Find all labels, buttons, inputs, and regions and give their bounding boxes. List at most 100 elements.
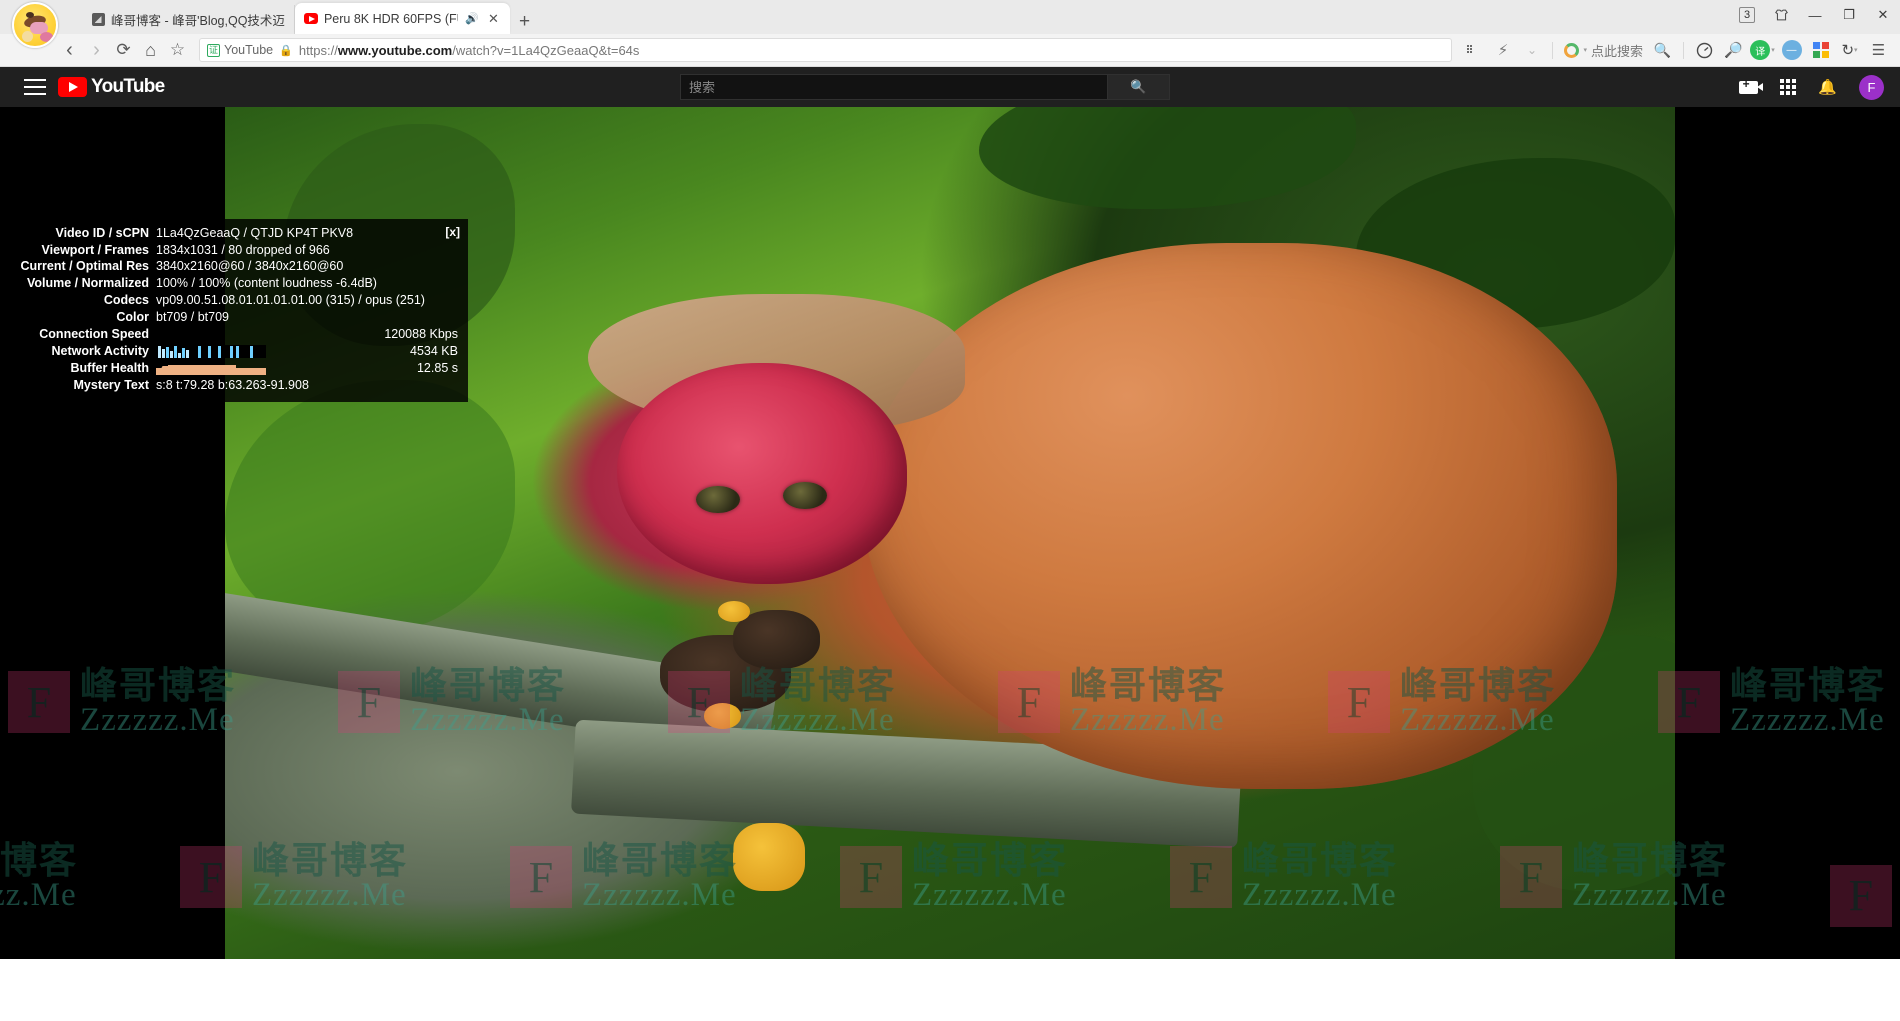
stats-row: Buffer Health 12.85 s — [16, 360, 460, 377]
tab-label: 峰哥博客 - 峰哥'Blog,QQ技术迈 — [111, 10, 285, 29]
video-stage[interactable]: [x] Video ID / sCPN 1La4QzGeaaQ / QTJD K… — [0, 107, 1900, 959]
stats-key: Video ID / sCPN — [16, 225, 156, 242]
hamburger-menu-icon[interactable]: ☰ — [1865, 37, 1892, 64]
url-text: https://www.youtube.com/watch?v=1La4QzGe… — [299, 43, 640, 58]
new-tab-button[interactable]: + — [510, 12, 539, 34]
lock-icon: 🔒 — [279, 44, 293, 57]
page-favicon-icon — [91, 13, 105, 27]
browser-tab-1[interactable]: 峰哥博客 - 峰哥'Blog,QQ技术迈 — [82, 5, 295, 34]
stats-value: 100% / 100% (content loudness -6.4dB) — [156, 276, 460, 293]
chevron-down-icon: ▾ — [1583, 46, 1587, 54]
stats-key: Mystery Text — [16, 377, 156, 394]
skin-tshirt-icon[interactable] — [1764, 0, 1798, 30]
stats-key: Buffer Health — [16, 360, 156, 377]
sogou-search-label: 点此搜索 — [1591, 41, 1643, 60]
stats-row: Video ID / sCPN 1La4QzGeaaQ / QTJD KP4T … — [16, 225, 460, 242]
stats-value: vp09.00.51.08.01.01.01.01.00 (315) / opu… — [156, 293, 460, 310]
connection-speed-graph — [156, 329, 266, 341]
search-input[interactable] — [680, 74, 1108, 100]
monkey-eye — [696, 486, 740, 513]
stats-row: Connection Speed 120088 Kbps — [16, 326, 460, 343]
youtube-apps-icon[interactable] — [1780, 79, 1796, 95]
bell-icon[interactable]: 🔔 — [1818, 78, 1837, 96]
minus-circle-icon[interactable]: — — [1778, 37, 1805, 64]
close-button[interactable]: ✕ — [1866, 0, 1900, 30]
back-icon[interactable]: ‹ — [56, 37, 83, 64]
fruit — [718, 601, 750, 621]
apps-grid-icon[interactable] — [1807, 37, 1834, 64]
stats-value: 12.85 s — [417, 361, 458, 377]
minimize-button[interactable]: — — [1798, 0, 1832, 30]
sogou-search-chip[interactable]: ▾ 点此搜索 — [1560, 41, 1647, 60]
youtube-logo[interactable]: YouTube — [58, 76, 165, 98]
search-button[interactable]: 🔍 — [1108, 74, 1170, 100]
translate-circle-icon[interactable]: 译▾ — [1749, 37, 1776, 64]
video-info-section: Peru 8K HDR 60FPS (FUHD) 45,057,755次观看 •… — [0, 986, 1900, 1021]
translate-icon[interactable] — [1460, 37, 1487, 64]
stats-value: bt709 / bt709 — [156, 309, 460, 326]
certificate-site-name: YouTube — [224, 43, 273, 57]
stats-value: 120088 Kbps — [384, 327, 458, 343]
reload-icon[interactable]: ⟳ — [110, 37, 137, 64]
home-icon[interactable]: ⌂ — [137, 37, 164, 64]
lightning-icon[interactable]: ⚡ — [1489, 37, 1516, 64]
stats-value: 4534 KB — [410, 344, 458, 360]
toolbar-divider — [1552, 42, 1553, 59]
browser-profile-logo[interactable] — [12, 2, 58, 48]
stats-value: 3840x2160@60 / 3840x2160@60 — [156, 259, 460, 276]
youtube-masthead-actions: 🔔 F — [1739, 67, 1884, 107]
stats-key: Network Activity — [16, 343, 156, 360]
stats-value: 1834x1031 / 80 dropped of 966 — [156, 242, 460, 259]
address-bar[interactable]: 证 YouTube 🔒 https://www.youtube.com/watc… — [199, 38, 1452, 62]
stats-row: Current / Optimal Res 3840x2160@60 / 384… — [16, 259, 460, 276]
forward-icon[interactable]: › — [83, 37, 110, 64]
speedometer-icon[interactable] — [1691, 37, 1718, 64]
stats-row: Volume / Normalized 100% / 100% (content… — [16, 276, 460, 293]
stats-row: Color bt709 / bt709 — [16, 309, 460, 326]
chevron-down-icon[interactable]: ⌄ — [1518, 37, 1545, 64]
magnifier-plus-icon[interactable]: 🔎 — [1720, 37, 1747, 64]
youtube-favicon-icon — [304, 12, 318, 26]
tab-strip: 峰哥博客 - 峰哥'Blog,QQ技术迈 Peru 8K HDR 60FPS (… — [0, 0, 1900, 34]
restore-button[interactable]: ❐ — [1832, 0, 1866, 30]
favorite-star-icon[interactable]: ☆ — [164, 37, 191, 64]
stats-key: Codecs — [16, 293, 156, 310]
certificate-chip[interactable]: 证 YouTube — [207, 43, 273, 57]
window-controls: 3 — ❐ ✕ — [1730, 0, 1900, 30]
stats-value: 1La4QzGeaaQ / QTJD KP4T PKV8 — [156, 225, 460, 242]
history-icon[interactable]: ↻▾ — [1836, 37, 1863, 64]
tab-close-icon[interactable]: ✕ — [486, 12, 501, 25]
stats-value: s:8 t:79.28 b:63.263-91.908 — [156, 377, 460, 394]
monkey-eye — [783, 482, 827, 509]
stats-row: Mystery Text s:8 t:79.28 b:63.263-91.908 — [16, 377, 460, 394]
stats-key: Current / Optimal Res — [16, 259, 156, 276]
stats-row: Viewport / Frames 1834x1031 / 80 dropped… — [16, 242, 460, 259]
certificate-badge-icon: 证 — [207, 44, 220, 57]
buffer-health-graph — [156, 362, 266, 375]
toolbar-right-cluster: ⚡ ⌄ ▾ 点此搜索 🔍 🔎 译▾ — ↻▾ ☰ — [1460, 37, 1892, 64]
stats-key: Connection Speed — [16, 326, 156, 343]
monkey-face — [617, 363, 907, 585]
youtube-play-icon — [58, 77, 87, 97]
youtube-logo-text: YouTube — [91, 76, 165, 98]
tab-count-badge[interactable]: 3 — [1730, 0, 1764, 30]
stats-key: Volume / Normalized — [16, 276, 156, 293]
search-icon[interactable]: 🔍 — [1649, 37, 1676, 64]
video-camera-plus-icon[interactable] — [1739, 81, 1758, 94]
fruit — [704, 703, 742, 729]
stats-row: Codecs vp09.00.51.08.01.01.01.01.00 (315… — [16, 293, 460, 310]
tab-label: Peru 8K HDR 60FPS (FUHD — [324, 12, 458, 26]
hamburger-menu-icon[interactable] — [24, 79, 46, 95]
stats-row: Network Activity 4534 KB — [16, 343, 460, 360]
stats-key: Color — [16, 309, 156, 326]
tab-mute-icon[interactable]: 🔊 — [464, 12, 480, 25]
toolbar-divider — [1683, 42, 1684, 59]
fruit — [733, 823, 806, 891]
stats-for-nerds-panel[interactable]: [x] Video ID / sCPN 1La4QzGeaaQ / QTJD K… — [8, 219, 468, 402]
avatar[interactable]: F — [1859, 75, 1884, 100]
network-activity-graph — [156, 345, 266, 358]
browser-tab-2[interactable]: Peru 8K HDR 60FPS (FUHD 🔊 ✕ — [295, 3, 510, 34]
stats-key: Viewport / Frames — [16, 242, 156, 259]
browser-toolbar: ‹ › ⟳ ⌂ ☆ 证 YouTube 🔒 https://www.youtub… — [0, 34, 1900, 67]
close-icon[interactable]: [x] — [445, 225, 460, 239]
